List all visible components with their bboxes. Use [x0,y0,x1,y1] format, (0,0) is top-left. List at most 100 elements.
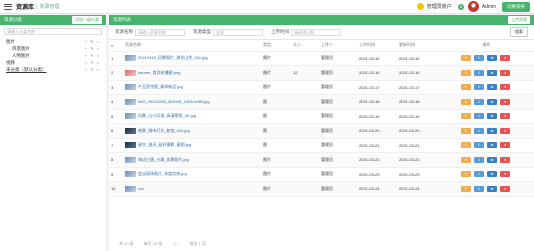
download-icon[interactable]: ⇩ [473,55,484,62]
download-icon[interactable]: ⇩ [473,98,484,105]
category-search-input[interactable]: 请输入分类名称 [4,28,102,35]
download-icon[interactable]: ⇩ [473,185,484,192]
edit-icon[interactable]: ✎ [460,185,471,192]
edit-icon[interactable]: ✎ [460,156,471,163]
pagination-item[interactable]: 前往 1 页 [189,241,205,247]
edit-icon[interactable]: ✎ [460,127,471,134]
tree-item[interactable]: 未分类（默认分类） + ✎ × [0,66,106,73]
table-row[interactable]: 7 星空_银河_延时摄影_截图.jpg 图 管理员 2021-03-21 202… [109,138,534,153]
resource-name-cell[interactable]: IMG_20210318_093045_1920x1080.jpg [123,94,261,110]
delete-icon[interactable]: ✕ [500,185,511,192]
tree-item[interactable]: 图片 + ✎ × [0,38,106,45]
move-icon[interactable]: ⇄ [487,113,498,120]
delete-icon[interactable]: ✕ [500,142,511,149]
resource-name[interactable]: xxx [138,186,144,191]
tree-item-actions[interactable]: + ✎ × [85,46,100,51]
delete-icon[interactable]: ✕ [500,156,511,163]
resource-name-cell[interactable]: banner_首页轮播图.png [123,65,261,81]
edit-icon[interactable]: ✎ [460,142,471,149]
download-icon[interactable]: ⇩ [473,142,484,149]
move-icon[interactable]: ⇄ [487,98,498,105]
column-header[interactable]: 上传时间 [357,40,397,52]
thumbnail-image[interactable] [125,98,136,105]
thumbnail-image[interactable] [125,156,136,163]
column-header[interactable]: 资源名称 [123,40,261,52]
delete-icon[interactable]: ✕ [500,84,511,91]
edit-icon[interactable]: ✎ [460,69,471,76]
thumbnail-image[interactable] [125,69,136,76]
edit-icon[interactable]: ✎ [460,98,471,105]
date-picker[interactable]: 请选择日期 [291,28,341,36]
move-icon[interactable]: ⇄ [487,127,498,134]
search-button[interactable]: 搜索 [510,27,528,37]
edit-icon[interactable]: ✎ [460,171,471,178]
resource-name-cell[interactable]: 产品宣传图_春季新品.jpg [123,80,261,95]
delete-icon[interactable]: ✕ [500,69,511,76]
move-icon[interactable]: ⇄ [487,55,498,62]
delete-icon[interactable]: ✕ [500,113,511,120]
download-icon[interactable]: ⇩ [473,113,484,120]
resource-name-cell[interactable]: xxx [123,181,261,197]
resource-name-cell[interactable]: 会议现场照片_年度总结.jpg [123,167,261,182]
resource-name-cell[interactable]: 星空_银河_延时摄影_截图.jpg [123,138,261,153]
avatar[interactable] [467,1,479,12]
thumbnail-image[interactable] [125,171,136,178]
resource-name[interactable]: 产品宣传图_春季新品.jpg [138,84,183,89]
tree-item-actions[interactable]: + ✎ × [85,60,100,65]
bell-icon[interactable] [416,3,424,10]
resource-name[interactable]: 20210315_风景图片_湖光山色_001.jpg [138,55,208,60]
download-icon[interactable]: ⇩ [473,171,484,178]
table-row[interactable]: 5 风景_山川河流_高清壁纸_4K.jpg 图 管理员 2021-03-19 2… [109,109,534,124]
pagination-item[interactable]: 共 10 条 [119,241,134,247]
column-header[interactable]: 类型 [261,40,291,52]
resource-name[interactable]: 夜景_城市灯光_航拍_003.jpg [138,128,190,133]
upload-button[interactable]: 上传资源 [508,16,530,24]
delete-icon[interactable]: ✕ [500,171,511,178]
tree-item[interactable]: 人物图片 + ✎ × [0,52,106,59]
resource-name[interactable]: 风景_山川河流_高清壁纸_4K.jpg [138,113,196,118]
table-row[interactable]: 10 xxx 图片 管理员 2021-03-24 2021-03-24 ✎ ⇩ … [109,181,534,197]
pagination-item[interactable]: ‹ 1 › [172,241,179,247]
column-header[interactable]: 大小 [291,40,319,52]
column-header[interactable]: 上传人 [319,40,357,52]
resource-name-cell[interactable]: 夜景_城市灯光_航拍_003.jpg [123,123,261,139]
resource-name[interactable]: banner_首页轮播图.png [138,70,180,75]
resource-name[interactable]: 海边日落_沙滩_风景照片.jpg [138,157,189,162]
edit-icon[interactable]: ✎ [460,84,471,91]
switch-system-button[interactable]: 切换系统 [502,1,530,12]
resource-name-cell[interactable]: 20210315_风景图片_湖光山色_001.jpg [123,51,261,66]
thumbnail-image[interactable] [125,55,136,62]
resource-name-cell[interactable]: 风景_山川河流_高清壁纸_4K.jpg [123,109,261,124]
move-icon[interactable]: ⇄ [487,156,498,163]
user-name[interactable]: 管理员账户 [427,3,452,10]
download-icon[interactable]: ⇩ [473,127,484,134]
table-row[interactable]: 4 IMG_20210318_093045_1920x1080.jpg 图 管理… [109,94,534,110]
type-select[interactable]: 全部 [213,28,263,36]
menu-icon[interactable] [4,3,12,10]
tree-item-actions[interactable]: + ✎ × [85,39,100,44]
download-icon[interactable]: ⇩ [473,69,484,76]
move-icon[interactable]: ⇄ [487,171,498,178]
download-icon[interactable]: ⇩ [473,84,484,91]
pagination-item[interactable]: 每页 10 条 [144,241,163,247]
column-header[interactable]: 更新时间 [397,40,439,52]
notification-badge[interactable]: 5 [457,3,464,10]
resource-name[interactable]: 会议现场照片_年度总结.jpg [138,171,187,176]
delete-icon[interactable]: ✕ [500,127,511,134]
tree-item-actions[interactable]: + ✎ × [85,67,100,72]
name-input[interactable]: 请输入资源名称 [135,28,185,36]
tree-item-actions[interactable]: + ✎ × [85,53,100,58]
thumbnail-image[interactable] [125,84,136,91]
download-icon[interactable]: ⇩ [473,156,484,163]
table-row[interactable]: 3 产品宣传图_春季新品.jpg 图片 管理员 2021-03-17 2021-… [109,80,534,95]
move-icon[interactable]: ⇄ [487,69,498,76]
edit-icon[interactable]: ✎ [460,113,471,120]
delete-icon[interactable]: ✕ [500,98,511,105]
resource-name-cell[interactable]: 海边日落_沙滩_风景照片.jpg [123,152,261,168]
delete-icon[interactable]: ✕ [500,55,511,62]
table-row[interactable]: 9 会议现场照片_年度总结.jpg 图片 管理员 2021-03-23 2021… [109,167,534,182]
avatar-name[interactable]: Admin [482,4,496,10]
thumbnail-image[interactable] [125,113,136,120]
tree-item[interactable]: 风景图片 + ✎ × [0,45,106,52]
thumbnail-image[interactable] [125,185,136,192]
